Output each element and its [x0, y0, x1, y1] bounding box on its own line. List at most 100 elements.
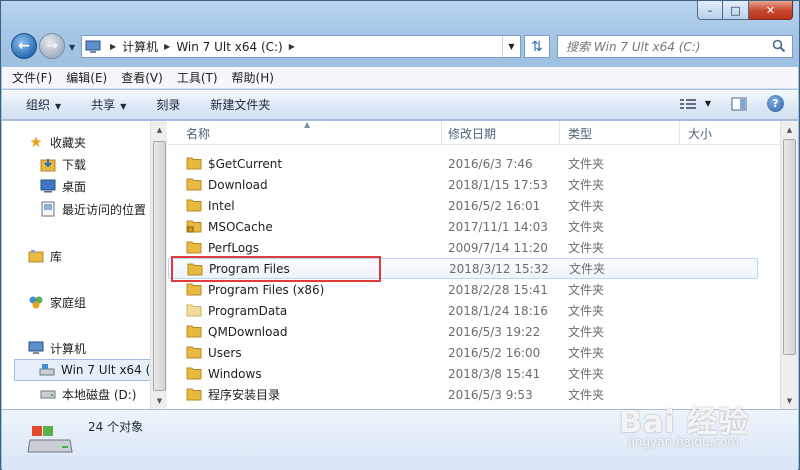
- forward-button[interactable]: →: [39, 33, 65, 59]
- nav-drive-d-label: 本地磁盘 (D:): [62, 387, 137, 402]
- search-box[interactable]: [557, 35, 793, 58]
- file-list-scroll-thumb[interactable]: [783, 139, 796, 355]
- nav-downloads[interactable]: 下载: [40, 153, 86, 175]
- maximize-button[interactable]: □: [723, 1, 749, 20]
- scroll-up-icon[interactable]: ▲: [781, 121, 798, 138]
- preview-pane-icon[interactable]: [731, 97, 747, 111]
- nav-libraries-label: 库: [50, 249, 63, 264]
- nav-favorites[interactable]: ★ 收藏夹: [28, 131, 86, 153]
- file-list-scrollbar[interactable]: ▲ ▼: [780, 121, 798, 409]
- file-row[interactable]: PerfLogs 2009/7/14 11:20 文件夹: [168, 237, 758, 258]
- burn-button[interactable]: 刻录: [156, 96, 180, 113]
- new-folder-button[interactable]: 新建文件夹: [210, 96, 270, 113]
- file-type: 文件夹: [568, 199, 605, 213]
- nav-recent[interactable]: 最近访问的位置: [40, 198, 146, 220]
- history-dropdown-icon[interactable]: ▼: [69, 43, 75, 52]
- computer-icon: [82, 36, 104, 57]
- scroll-down-icon[interactable]: ▼: [781, 392, 798, 409]
- file-name: Program Files: [209, 261, 290, 276]
- file-date: 2016/5/3 9:53: [448, 387, 533, 402]
- column-date[interactable]: 修改日期: [440, 121, 560, 145]
- refresh-icon: ⇅: [531, 38, 543, 55]
- breadcrumb-drive-c[interactable]: Win 7 Ult x64 (C:): [176, 40, 282, 54]
- drive-large-icon: [26, 422, 74, 461]
- file-row-selected[interactable]: Program Files 2018/3/12 15:32 文件夹: [168, 258, 758, 279]
- address-bar[interactable]: ▶ 计算机 ▶ Win 7 Ult x64 (C:) ▶ ▼: [81, 35, 521, 58]
- folder-icon: [186, 282, 202, 296]
- file-name: Program Files (x86): [208, 282, 325, 297]
- folder-icon: [187, 262, 203, 276]
- file-list: ▲ 名称 修改日期 类型 大小 $GetCurrent 2016/6/3 7:4…: [168, 121, 780, 409]
- share-label: 共享: [91, 98, 116, 112]
- folder-icon: [186, 156, 202, 170]
- nav-desktop[interactable]: 桌面: [40, 175, 86, 197]
- nav-scrollbar[interactable]: ▲ ▼: [150, 121, 167, 409]
- menu-view[interactable]: 查看(V): [121, 69, 163, 86]
- menu-file[interactable]: 文件(F): [12, 69, 52, 86]
- chevron-right-icon[interactable]: ▶: [110, 42, 116, 51]
- file-row[interactable]: Users 2016/5/2 16:00 文件夹: [168, 342, 758, 363]
- arrow-left-icon: ←: [18, 38, 30, 54]
- scroll-down-icon[interactable]: ▼: [151, 392, 168, 409]
- file-row[interactable]: ProgramData 2018/1/24 18:16 文件夹: [168, 300, 758, 321]
- nav-libraries[interactable]: 库: [28, 245, 62, 267]
- drive-icon: [40, 386, 56, 402]
- column-name[interactable]: 名称: [178, 121, 442, 145]
- back-button[interactable]: ←: [11, 33, 37, 59]
- view-options-icon[interactable]: [679, 97, 697, 111]
- column-type[interactable]: 类型: [560, 121, 680, 145]
- file-name: Intel: [208, 198, 235, 213]
- library-icon: [28, 248, 44, 264]
- organize-label: 组织: [26, 98, 51, 112]
- file-row[interactable]: Program Files (x86) 2018/2/28 15:41 文件夹: [168, 279, 758, 300]
- close-button[interactable]: ✕: [749, 1, 793, 20]
- file-date: 2017/11/1 14:03: [448, 219, 548, 234]
- file-row[interactable]: $GetCurrent 2016/6/3 7:46 文件夹: [168, 153, 758, 174]
- file-row[interactable]: MSOCache 2017/11/1 14:03 文件夹: [168, 216, 758, 237]
- nav-drive-c-label: Win 7 Ult x64 (C: [61, 363, 150, 377]
- nav-downloads-label: 下载: [62, 157, 87, 172]
- watermark-url: jingyan.baidu.com: [628, 435, 739, 449]
- breadcrumb-computer[interactable]: 计算机: [122, 38, 158, 55]
- nav-computer-label: 计算机: [50, 341, 87, 356]
- navigation-row: ← → ▼ ▶ 计算机 ▶ Win 7 Ult x64 (C:) ▶ ▼ ⇅: [9, 31, 793, 61]
- nav-computer[interactable]: 计算机: [28, 337, 86, 359]
- chevron-right-icon[interactable]: ▶: [164, 42, 170, 51]
- share-button[interactable]: 共享 ▼: [91, 96, 126, 113]
- file-type: 文件夹: [568, 304, 605, 318]
- folder-icon: [186, 324, 202, 338]
- file-date: 2016/5/2 16:00: [448, 345, 541, 360]
- arrow-right-icon: →: [46, 38, 58, 54]
- view-dropdown-icon[interactable]: ▼: [705, 99, 711, 108]
- refresh-button[interactable]: ⇅: [524, 35, 550, 58]
- nav-scroll-thumb[interactable]: [153, 141, 166, 391]
- folder-icon: [186, 345, 202, 359]
- explorer-window: – □ ✕ ← → ▼ ▶ 计算机 ▶ Win 7 Ult x64 (C:) ▶…: [0, 0, 800, 470]
- file-date: 2018/3/8 15:41: [448, 366, 541, 381]
- nav-drive-d[interactable]: 本地磁盘 (D:): [40, 383, 136, 405]
- menu-edit[interactable]: 编辑(E): [66, 69, 107, 86]
- menu-tools[interactable]: 工具(T): [177, 69, 218, 86]
- nav-homegroup[interactable]: 家庭组: [28, 291, 86, 313]
- help-icon[interactable]: ?: [767, 95, 784, 112]
- nav-recent-label: 最近访问的位置: [62, 202, 147, 217]
- search-input[interactable]: [566, 39, 766, 54]
- organize-button[interactable]: 组织 ▼: [26, 96, 61, 113]
- chevron-right-icon[interactable]: ▶: [289, 42, 295, 51]
- object-count: 24 个对象: [88, 420, 144, 434]
- file-row[interactable]: Download 2018/1/15 17:53 文件夹: [168, 174, 758, 195]
- file-date: 2018/2/28 15:41: [448, 282, 548, 297]
- search-icon[interactable]: [772, 39, 786, 56]
- address-dropdown-icon[interactable]: ▼: [502, 36, 520, 57]
- menu-help[interactable]: 帮助(H): [232, 69, 274, 86]
- file-row[interactable]: QMDownload 2016/5/3 19:22 文件夹: [168, 321, 758, 342]
- column-size[interactable]: 大小: [680, 121, 760, 145]
- nav-homegroup-label: 家庭组: [50, 295, 87, 310]
- file-type: 文件夹: [568, 241, 605, 255]
- folder-icon: [186, 387, 202, 401]
- scroll-up-icon[interactable]: ▲: [151, 121, 168, 138]
- nav-drive-c[interactable]: Win 7 Ult x64 (C: [14, 359, 150, 381]
- file-row[interactable]: Intel 2016/5/2 16:01 文件夹: [168, 195, 758, 216]
- file-row[interactable]: Windows 2018/3/8 15:41 文件夹: [168, 363, 758, 384]
- minimize-button[interactable]: –: [697, 1, 723, 20]
